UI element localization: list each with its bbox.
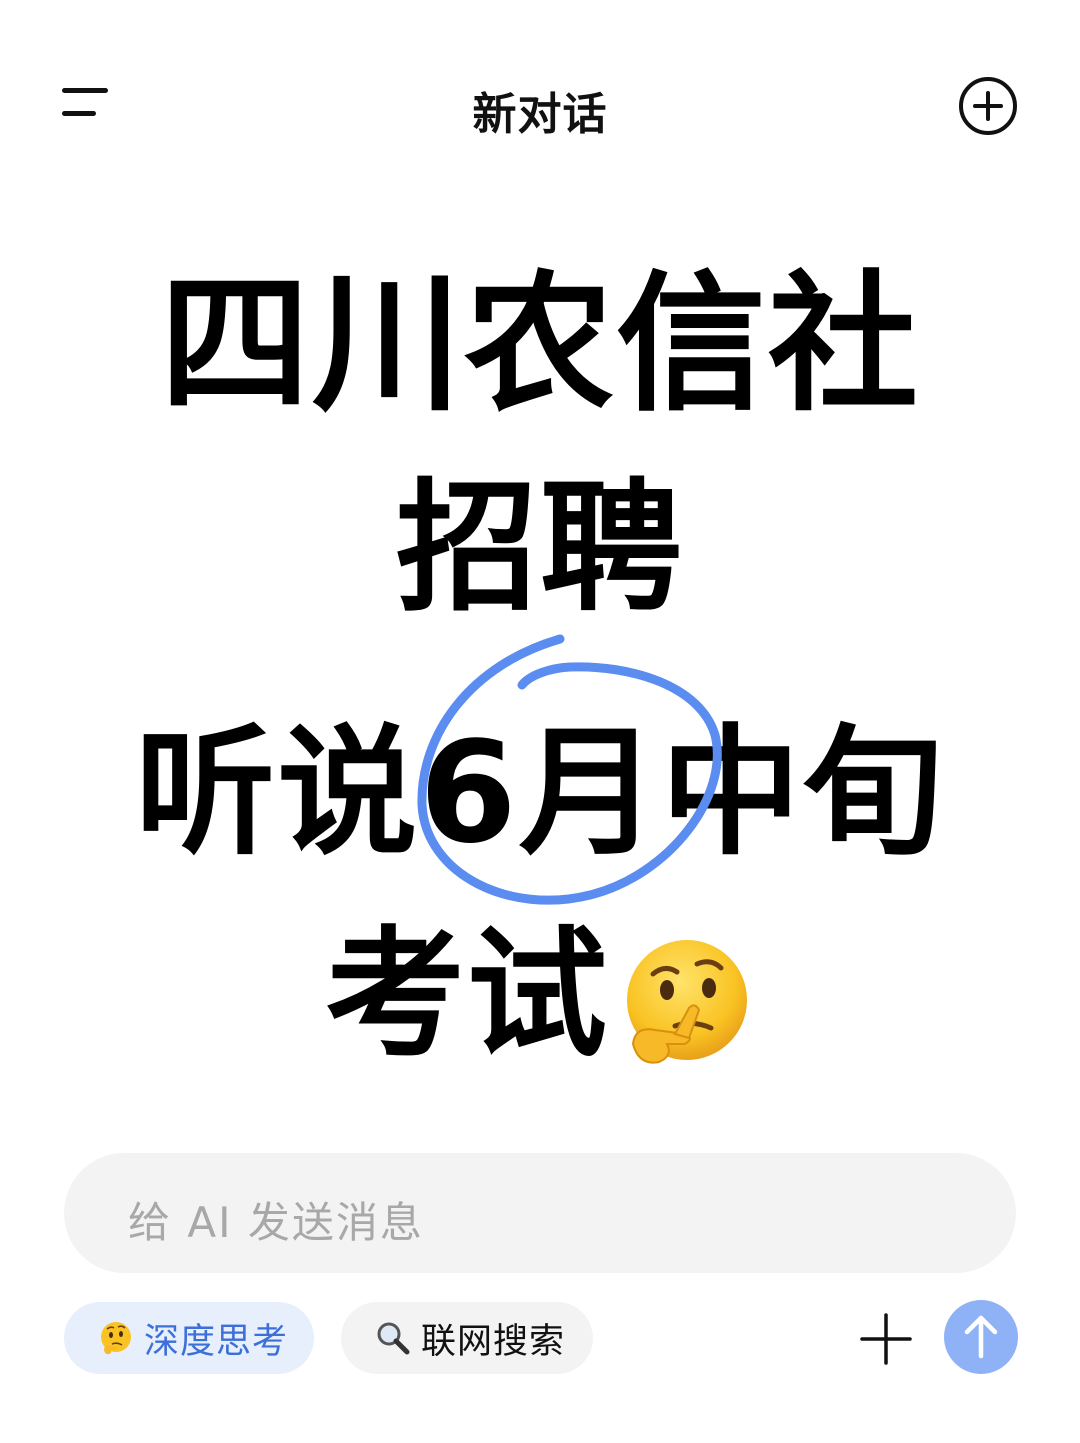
headline-line-1: 四川农信社 [159, 258, 920, 432]
web-search-label: 联网搜索 [421, 1321, 566, 1362]
web-search-toggle[interactable]: 联网搜索 [341, 1302, 593, 1374]
arrow-up-icon [964, 1315, 998, 1359]
message-input[interactable]: 给 AI 发送消息 [64, 1153, 1016, 1273]
headline-line-4: 考试 [0, 926, 1080, 1074]
attach-plus-icon[interactable] [860, 1313, 912, 1365]
send-button[interactable] [944, 1300, 1018, 1374]
deep-think-label: 深度思考 [144, 1321, 289, 1362]
thinking-face-icon [627, 940, 747, 1065]
headline-line-4-text: 考试 [324, 914, 609, 1077]
headline-line-3: 听说6月中旬 [135, 712, 945, 875]
thinking-face-icon [101, 1322, 131, 1355]
magnifier-icon [377, 1322, 410, 1355]
message-input-placeholder: 给 AI 发送消息 [128, 1198, 424, 1247]
headline-block: 四川农信社 招聘 听说6月中旬 考试 [0, 0, 1080, 1100]
deep-think-toggle[interactable]: 深度思考 [64, 1302, 314, 1374]
headline-line-2: 招聘 [396, 466, 684, 631]
